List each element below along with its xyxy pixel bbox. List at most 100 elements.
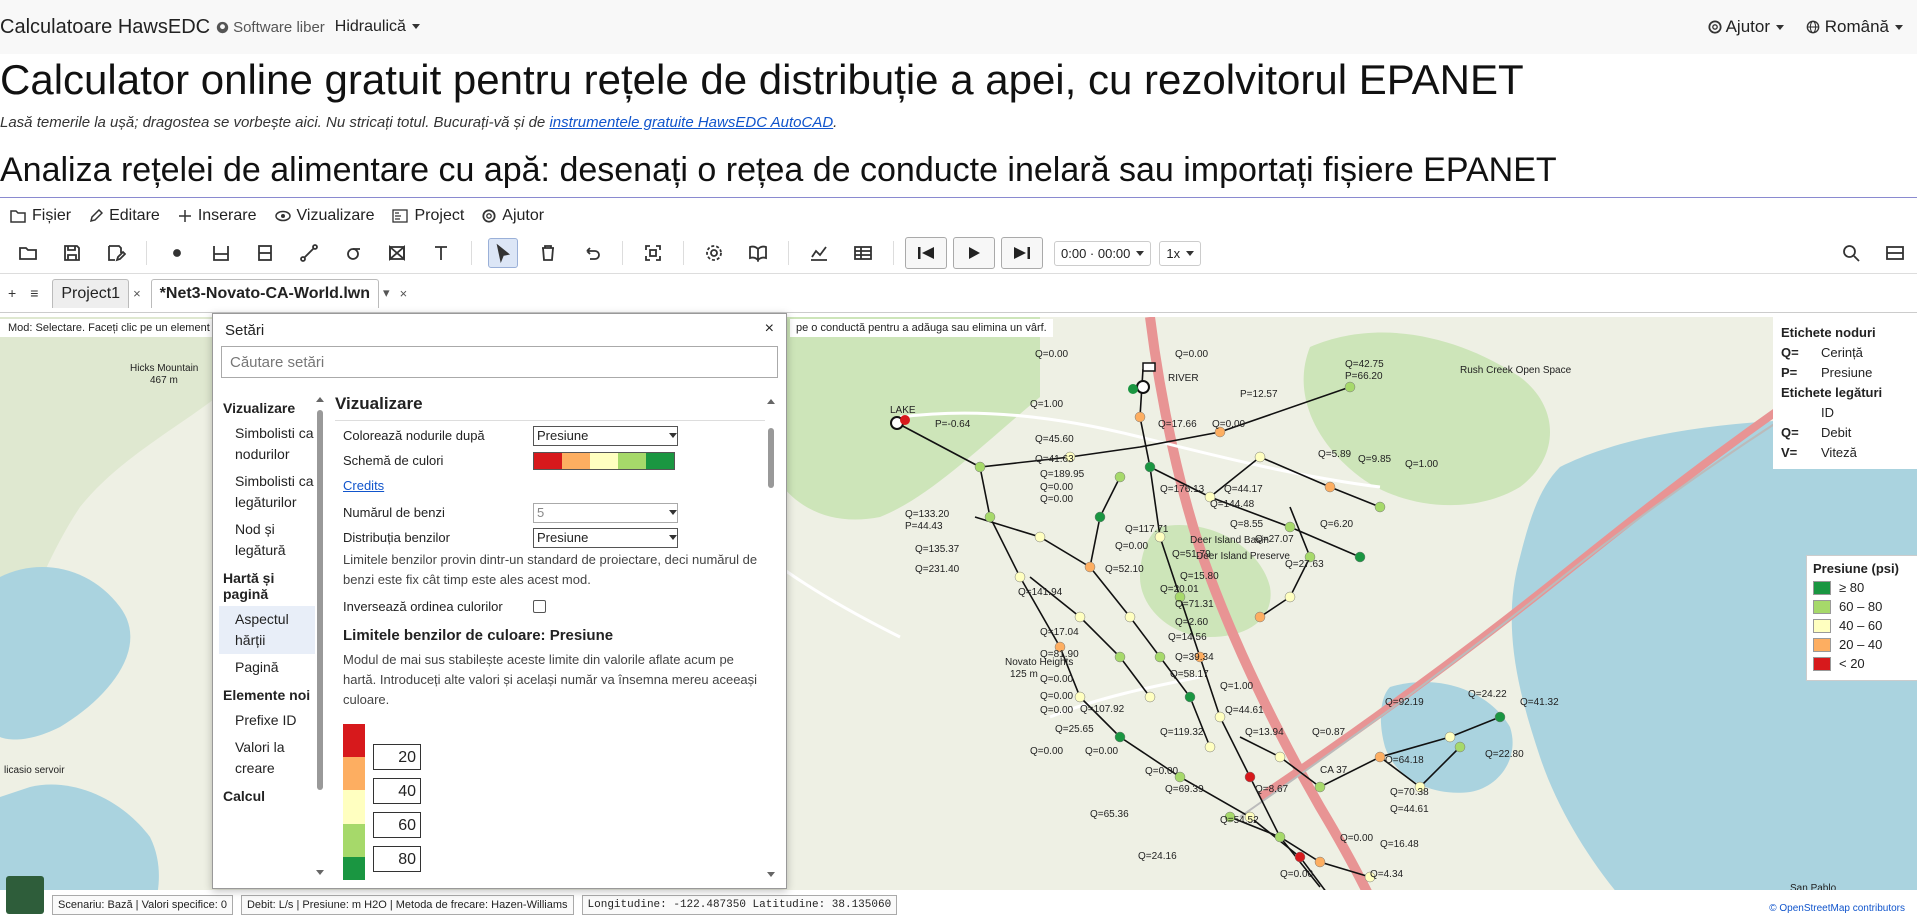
save-as-button[interactable] — [102, 239, 130, 267]
time-select[interactable]: 0:00 · 00:00 — [1054, 240, 1152, 266]
new-tab-button[interactable]: + — [8, 285, 16, 301]
junction-node[interactable] — [1074, 611, 1086, 623]
add-pipe-button[interactable] — [295, 239, 323, 267]
docs-button[interactable] — [744, 239, 772, 267]
junction-node[interactable] — [1284, 591, 1296, 603]
help-dropdown[interactable]: Ajutor — [1708, 17, 1784, 37]
junction-node[interactable] — [1134, 411, 1146, 423]
add-pump-button[interactable] — [339, 239, 367, 267]
junction-node[interactable] — [1204, 741, 1216, 753]
add-reservoir-button[interactable] — [207, 239, 235, 267]
osm-attribution[interactable]: © OpenStreetMap contributors — [1765, 902, 1909, 915]
junction-node[interactable] — [1374, 751, 1386, 763]
junction-node[interactable] — [1494, 711, 1506, 723]
minimap-thumbnail[interactable] — [6, 875, 44, 914]
add-tank-button[interactable] — [251, 239, 279, 267]
junction-node[interactable] — [1034, 531, 1046, 543]
junction-node[interactable] — [1184, 691, 1196, 703]
junction-node[interactable] — [1284, 521, 1296, 533]
junction-node[interactable] — [1374, 501, 1386, 513]
units-status[interactable]: Debit: L/s | Presiune: m H2O | Metoda de… — [240, 894, 574, 915]
junction-node[interactable] — [1444, 731, 1456, 743]
menu-view[interactable]: Vizualizare — [274, 207, 385, 225]
table-button[interactable] — [849, 239, 877, 267]
bands-select[interactable]: 5 — [533, 502, 678, 523]
speed-select[interactable]: 1x — [1159, 240, 1202, 266]
junction-node[interactable] — [1074, 691, 1086, 703]
junction-node[interactable] — [1114, 731, 1126, 743]
color-nodes-select[interactable]: Presiune — [533, 425, 678, 446]
close-tab-icon[interactable]: × — [400, 286, 408, 301]
junction-node[interactable] — [1154, 651, 1166, 663]
add-junction-button[interactable] — [163, 239, 191, 267]
junction-node[interactable] — [1014, 571, 1026, 583]
hydraulics-dropdown[interactable]: Hidraulică — [335, 18, 420, 36]
tab-menu-icon[interactable]: ▾ — [383, 285, 390, 301]
nav-scrollbar[interactable] — [315, 396, 325, 876]
junction-node[interactable] — [974, 461, 986, 473]
forward-button[interactable] — [1001, 237, 1043, 269]
junction-node[interactable] — [1084, 561, 1096, 573]
settings-nav-item[interactable]: Nod și legătură — [219, 516, 315, 564]
junction-node[interactable] — [1324, 481, 1336, 493]
play-button[interactable] — [953, 237, 995, 269]
junction-node[interactable] — [1274, 751, 1286, 763]
menu-file[interactable]: Fișier — [10, 207, 81, 225]
settings-nav-item[interactable]: Pagină — [219, 654, 315, 681]
zoom-extents-button[interactable] — [639, 239, 667, 267]
add-valve-button[interactable] — [383, 239, 411, 267]
menu-edit[interactable]: Editare — [89, 207, 170, 225]
settings-nav-item[interactable]: Prefixe ID — [219, 707, 315, 734]
rewind-button[interactable] — [905, 237, 947, 269]
select-tool-button[interactable] — [488, 238, 518, 268]
save-button[interactable] — [58, 239, 86, 267]
add-label-button[interactable] — [427, 239, 455, 267]
settings-nav-item[interactable]: Simbolisti ca legăturilor — [219, 468, 315, 516]
junction-node[interactable] — [1454, 741, 1466, 753]
band-limit-input[interactable]: 60 — [373, 812, 421, 838]
settings-nav-item[interactable]: Aspectul hărții — [219, 606, 315, 654]
tab-net3[interactable]: *Net3-Novato-CA-World.lwn — [150, 278, 380, 308]
junction-node[interactable] — [1144, 691, 1156, 703]
menu-help[interactable]: Ajutor — [482, 207, 554, 225]
junction-node[interactable] — [1344, 381, 1356, 393]
band-limit-input[interactable]: 40 — [373, 778, 421, 804]
junction-node[interactable] — [1124, 611, 1136, 623]
credits-link[interactable]: Credits — [343, 478, 384, 493]
brand-link[interactable]: Calculatoare HawsEDC — [0, 16, 210, 39]
color-scheme-picker[interactable] — [533, 451, 675, 470]
tab-project1[interactable]: Project1 — [52, 278, 130, 308]
junction-node[interactable] — [1244, 771, 1256, 783]
delete-button[interactable] — [534, 239, 562, 267]
band-limit-input[interactable]: 20 — [373, 744, 421, 770]
settings-button[interactable] — [700, 239, 728, 267]
language-dropdown[interactable]: Română — [1806, 17, 1903, 37]
reverse-checkbox[interactable] — [533, 600, 546, 613]
menu-project[interactable]: Project — [392, 207, 474, 225]
scenario-status[interactable]: Scenariu: Bază | Valori specifice: 0 — [52, 894, 233, 915]
panel-toggle-button[interactable] — [1881, 239, 1909, 267]
junction-node[interactable] — [1254, 611, 1266, 623]
autocad-tools-link[interactable]: instrumentele gratuite HawsEDC AutoCAD — [549, 114, 833, 131]
band-limit-input[interactable]: 80 — [373, 846, 421, 872]
undo-button[interactable] — [578, 239, 606, 267]
graph-button[interactable] — [805, 239, 833, 267]
junction-node[interactable] — [1144, 461, 1156, 473]
settings-nav-item[interactable]: Simbolisti ca nodurilor — [219, 420, 315, 468]
settings-search-input[interactable]: Căutare setări — [221, 346, 778, 378]
open-button[interactable] — [14, 239, 42, 267]
close-icon[interactable]: × — [765, 320, 774, 338]
junction-node[interactable] — [1274, 831, 1286, 843]
junction-node[interactable] — [984, 511, 996, 523]
junction-node[interactable] — [1254, 451, 1266, 463]
junction-node[interactable] — [1314, 781, 1326, 793]
junction-node[interactable] — [1094, 511, 1106, 523]
software-link[interactable]: Software liber — [216, 19, 325, 36]
junction-node[interactable] — [1314, 856, 1326, 868]
junction-node[interactable] — [1354, 551, 1366, 563]
tab-list-button[interactable]: ≡ — [30, 285, 38, 301]
junction-node[interactable] — [1114, 651, 1126, 663]
menu-insert[interactable]: Inserare — [178, 207, 267, 225]
settings-nav-item[interactable]: Valori la creare — [219, 734, 315, 782]
junction-node[interactable] — [1214, 711, 1226, 723]
